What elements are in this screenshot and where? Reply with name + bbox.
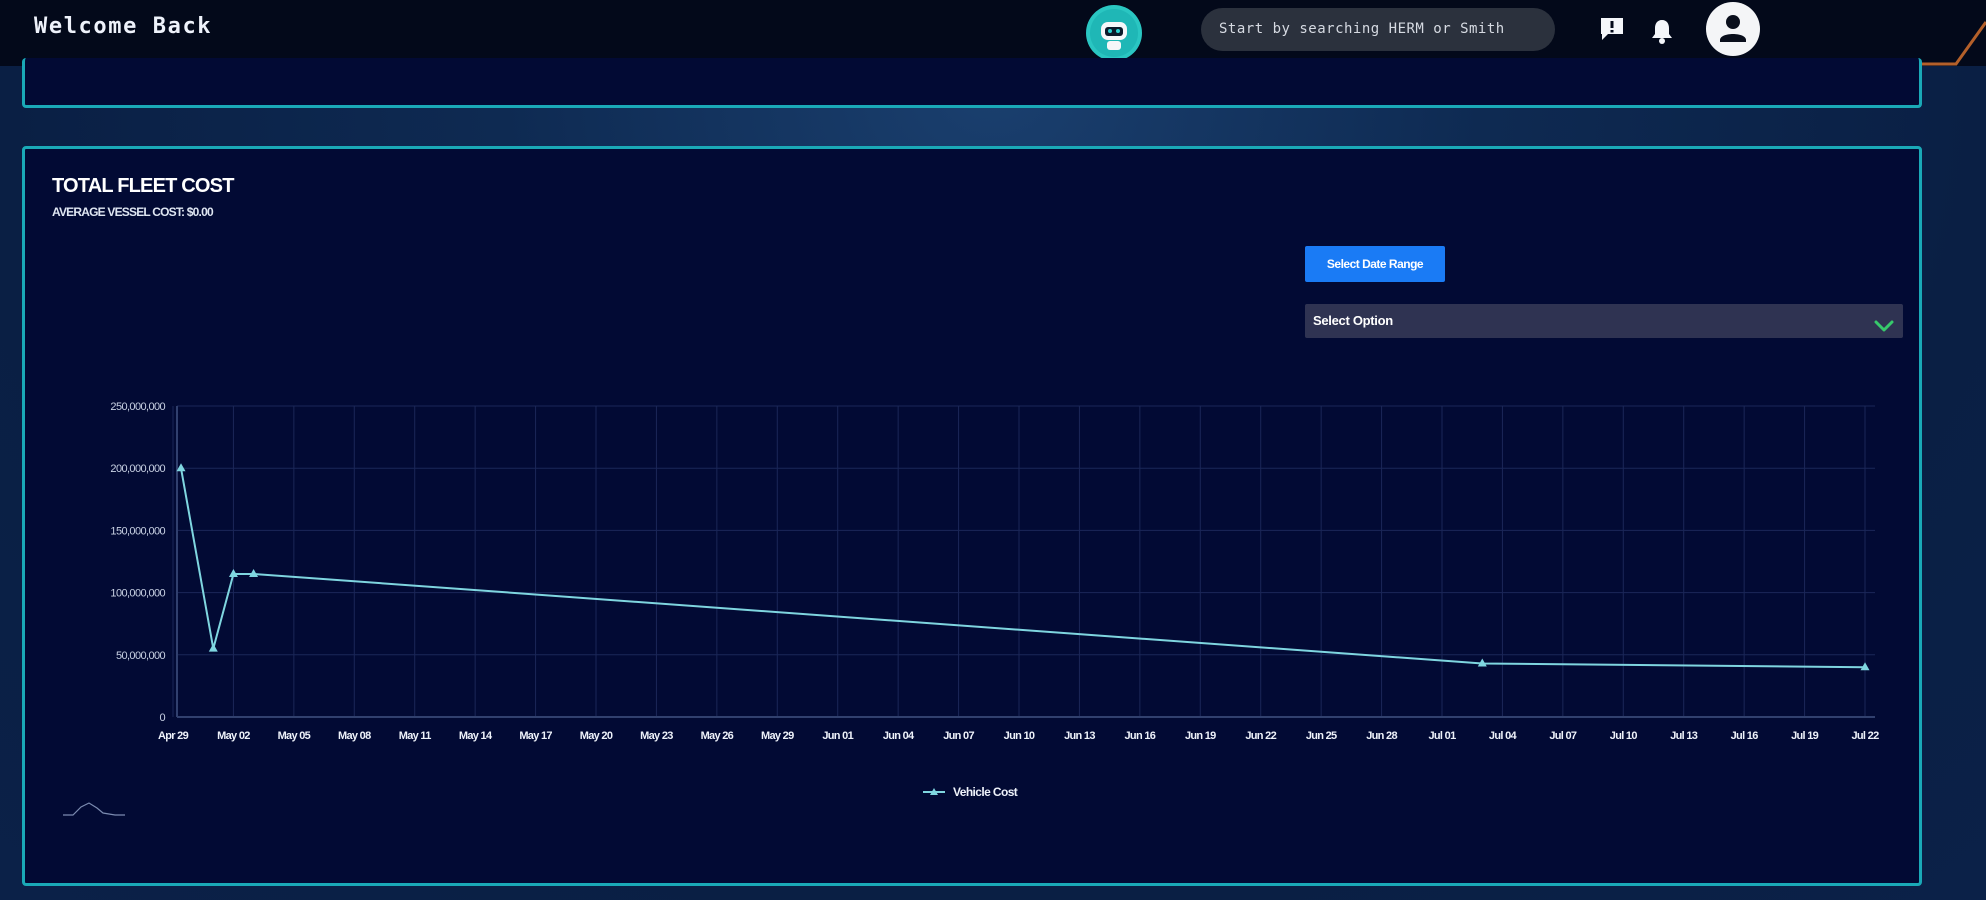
fleet-cost-panel: TOTAL FLEET COST AVERAGE VESSEL COST: $0… <box>22 146 1922 886</box>
x-tick-label: Jun 01 <box>822 730 853 742</box>
chat-alert-icon[interactable] <box>1598 15 1626 48</box>
x-tick-label: May 02 <box>217 730 250 742</box>
top-bar: Welcome Back Start by searching HERM or … <box>0 0 1986 66</box>
x-tick-label: Jul 13 <box>1670 730 1698 742</box>
user-avatar-icon[interactable] <box>1706 2 1760 56</box>
x-tick-label: May 29 <box>761 730 794 742</box>
bell-icon[interactable] <box>1649 17 1675 50</box>
x-tick-label: Jun 16 <box>1125 730 1156 742</box>
x-tick-label: Jul 16 <box>1731 730 1759 742</box>
y-tick-label: 0 <box>159 712 165 724</box>
data-point <box>208 643 218 652</box>
x-tick-label: Jun 07 <box>943 730 974 742</box>
x-tick-label: May 17 <box>519 730 552 742</box>
legend-label: Vehicle Cost <box>953 785 1018 799</box>
x-tick-label: May 11 <box>399 730 431 742</box>
x-tick-label: Jun 13 <box>1064 730 1095 742</box>
robot-logo-icon[interactable] <box>1086 5 1142 61</box>
y-tick-label: 100,000,000 <box>110 588 165 600</box>
welcome-text: Welcome Back <box>34 14 213 39</box>
x-tick-label: May 14 <box>459 730 493 742</box>
x-tick-label: Jul 10 <box>1610 730 1638 742</box>
x-tick-label: Jun 19 <box>1185 730 1216 742</box>
sparkline-icon <box>63 802 125 816</box>
top-panel <box>22 58 1922 108</box>
x-tick-label: May 20 <box>580 730 613 742</box>
x-tick-label: Jun 25 <box>1306 730 1337 742</box>
fleet-cost-chart: 0 50,000,000 100,000,000 150,000,000 200,000… <box>63 401 1880 816</box>
search-input[interactable]: Start by searching HERM or Smith <box>1201 8 1555 51</box>
x-tick-label: Apr 29 <box>158 730 189 742</box>
y-tick-label: 200,000,000 <box>110 463 165 475</box>
x-tick-label: Jul 19 <box>1791 730 1819 742</box>
y-tick-label: 250,000,000 <box>110 401 165 413</box>
x-tick-label: Jul 07 <box>1549 730 1577 742</box>
x-tick-label: Jul 04 <box>1489 730 1518 742</box>
x-tick-label: May 08 <box>338 730 371 742</box>
x-tick-label: May 26 <box>701 730 734 742</box>
x-tick-label: Jun 22 <box>1245 730 1276 742</box>
x-tick-label: Jul 01 <box>1429 730 1457 742</box>
y-tick-label: 150,000,000 <box>110 525 165 537</box>
series-line <box>180 468 1866 669</box>
x-tick-label: Jun 28 <box>1366 730 1397 742</box>
x-tick-label: Jul 22 <box>1852 730 1880 742</box>
x-tick-label: May 05 <box>278 730 311 742</box>
x-tick-label: Jun 10 <box>1004 730 1035 742</box>
x-tick-label: Jun 04 <box>883 730 915 742</box>
x-tick-label: May 23 <box>640 730 673 742</box>
y-tick-label: 50,000,000 <box>116 650 166 662</box>
